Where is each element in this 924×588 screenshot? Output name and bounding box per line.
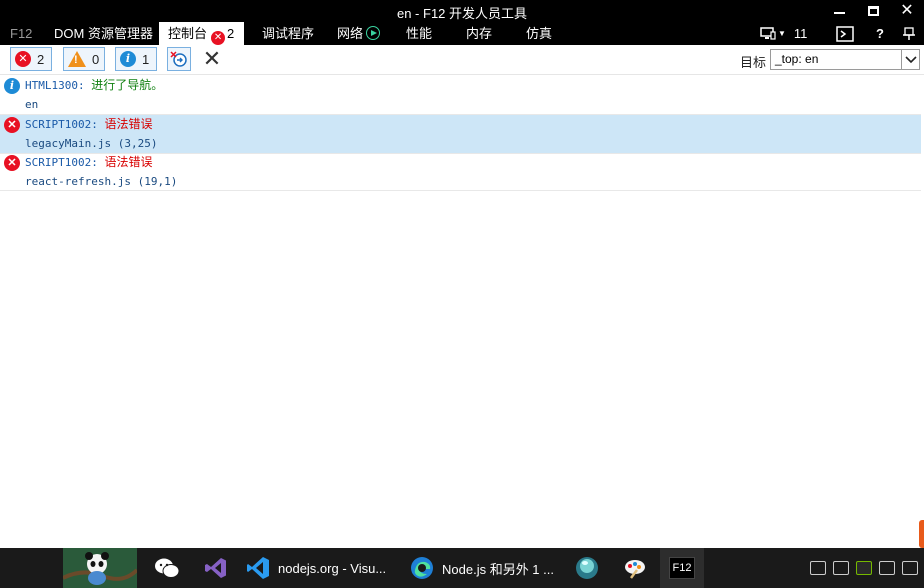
filter-errors-button[interactable]: ✕ 2 [10,47,52,71]
pin-icon [903,26,915,40]
target-label: 目标 [740,55,767,70]
message-text-line: HTML1300: 进行了导航。 [25,76,163,95]
edge-icon [411,557,433,579]
device-selector[interactable]: ▼ 11 [760,22,807,45]
taskbar-item-f12[interactable]: F12 [660,548,704,588]
taskbar-item-edge[interactable]: Node.js 和另外 1 ... [410,548,560,588]
taskbar-label-vscode: nodejs.org - Visu... [278,560,387,576]
taskbar-item-orb[interactable] [574,548,600,588]
tab-memory[interactable]: 内存 [466,22,492,45]
filter-warnings-button[interactable]: ! 0 [63,47,105,71]
tab-network-label: 网络 [337,26,364,41]
window-title: en - F12 开发人员工具 [396,6,528,21]
maximize-icon [867,6,879,16]
tab-emulation[interactable]: 仿真 [526,22,552,45]
tab-f12[interactable]: F12 [10,22,32,45]
app-orb-icon [576,557,598,579]
window-controls: ✕ [822,0,924,22]
system-tray [810,548,924,588]
tab-network[interactable]: 网络 [337,22,381,45]
tab-dom-explorer[interactable]: DOM 资源管理器 [54,22,153,45]
taskbar-item-paint[interactable] [622,548,648,588]
close-icon: ✕ [900,2,914,19]
clear-on-navigate-button[interactable] [167,47,191,71]
panda-wallpaper-icon [63,548,137,588]
tab-console[interactable]: 控制台 ✕ 2 [159,22,244,45]
error-icon: ✕ [15,51,31,67]
filter-info-button[interactable]: i 1 [115,47,157,71]
warning-icon: ! [68,51,86,67]
tool-tab-bar: F12 DOM 资源管理器 控制台 ✕ 2 调试程序 网络 性能 内存 仿真 ▼ 1… [0,22,924,45]
taskbar: nodejs.org - Visu... Node.js 和另外 1 ... F… [0,548,924,588]
clear-on-navigate-icon [170,51,187,67]
taskbar-item-vscode[interactable]: nodejs.org - Visu... [246,548,396,588]
maximize-button[interactable] [856,0,890,22]
console-message[interactable]: i HTML1300: 进行了导航。 en [0,76,921,114]
console-message[interactable]: ✕ SCRIPT1002: 语法错误 react-refresh.js (19,… [0,153,921,191]
minimize-icon [833,12,845,14]
close-button[interactable]: ✕ [890,0,924,22]
terminal-icon [836,25,854,42]
nvidia-icon[interactable] [856,561,872,575]
message-text-line: SCRIPT1002: 语法错误 [25,115,153,134]
console-toggle-button[interactable] [836,22,854,45]
target-value: _top: en [775,52,819,66]
message-text: 进行了导航。 [91,78,164,92]
taskbar-label-edge: Node.js 和另外 1 ... [442,561,554,577]
error-count: 2 [37,51,45,67]
pin-button[interactable] [902,22,916,45]
console-toolbar: ✕ 2 ! 0 i 1 ✕ 目标 _top: en [0,45,924,75]
clear-console-button[interactable]: ✕ [202,46,222,71]
wechat-icon [155,558,180,578]
keyboard-icon[interactable] [810,561,826,575]
message-text: 语法错误 [104,117,153,131]
message-source-link[interactable]: react-refresh.js (19,1) [25,175,177,188]
info-count: 1 [142,51,150,67]
error-badge-icon: ✕ [211,31,226,45]
console-message-selected[interactable]: ✕ SCRIPT1002: 语法错误 legacyMain.js (3,25) [0,115,921,153]
monitor-icon [760,26,776,40]
chevron-down-icon [901,50,919,69]
taskbar-item-visual-studio[interactable] [202,548,230,588]
device-count: 11 [793,26,808,41]
message-source-link[interactable]: legacyMain.js (3,25) [25,137,157,150]
paint-icon [625,560,645,579]
message-source[interactable]: react-refresh.js (19,1) [25,172,177,191]
f12-icon: F12 [669,557,695,579]
message-source[interactable]: en [25,95,38,114]
taskbar-item-wechat[interactable] [150,548,184,588]
console-output[interactable]: i HTML1300: 进行了导航。 en ✕ SCRIPT1002: 语法错误… [0,76,924,548]
warning-count: 0 [92,51,100,67]
message-source[interactable]: legacyMain.js (3,25) [25,134,157,153]
info-icon: i [120,51,136,67]
error-icon: ✕ [4,117,20,133]
taskbar-item-wallpaper[interactable] [60,548,140,588]
tab-debugger[interactable]: 调试程序 [262,22,314,45]
message-code: SCRIPT1002: [25,156,98,169]
volume-icon[interactable] [902,561,918,575]
info-icon: i [4,78,20,94]
chevron-down-icon: ▼ [778,29,786,38]
vscode-icon [247,557,269,579]
message-text-line: SCRIPT1002: 语法错误 [25,153,153,172]
play-icon [366,26,381,40]
title-bar: en - F12 开发人员工具 ✕ [0,0,924,22]
tab-console-error-count: 2 [227,26,235,41]
target-select[interactable]: _top: en [770,49,920,70]
help-button[interactable]: ? [876,22,884,45]
message-code: HTML1300: [25,79,85,92]
tab-performance[interactable]: 性能 [406,22,432,45]
network-icon[interactable] [879,561,895,575]
message-code: SCRIPT1002: [25,118,98,131]
minimize-button[interactable] [822,0,856,22]
scrollbar-edge[interactable] [919,520,924,548]
display-icon[interactable] [833,561,849,575]
error-icon: ✕ [4,155,20,171]
message-divider [0,190,921,191]
message-text: 语法错误 [104,155,153,169]
tab-console-label: 控制台 [168,26,208,41]
visual-studio-icon [205,558,226,578]
close-icon: ✕ [202,46,222,71]
message-source-link[interactable]: en [25,98,38,111]
